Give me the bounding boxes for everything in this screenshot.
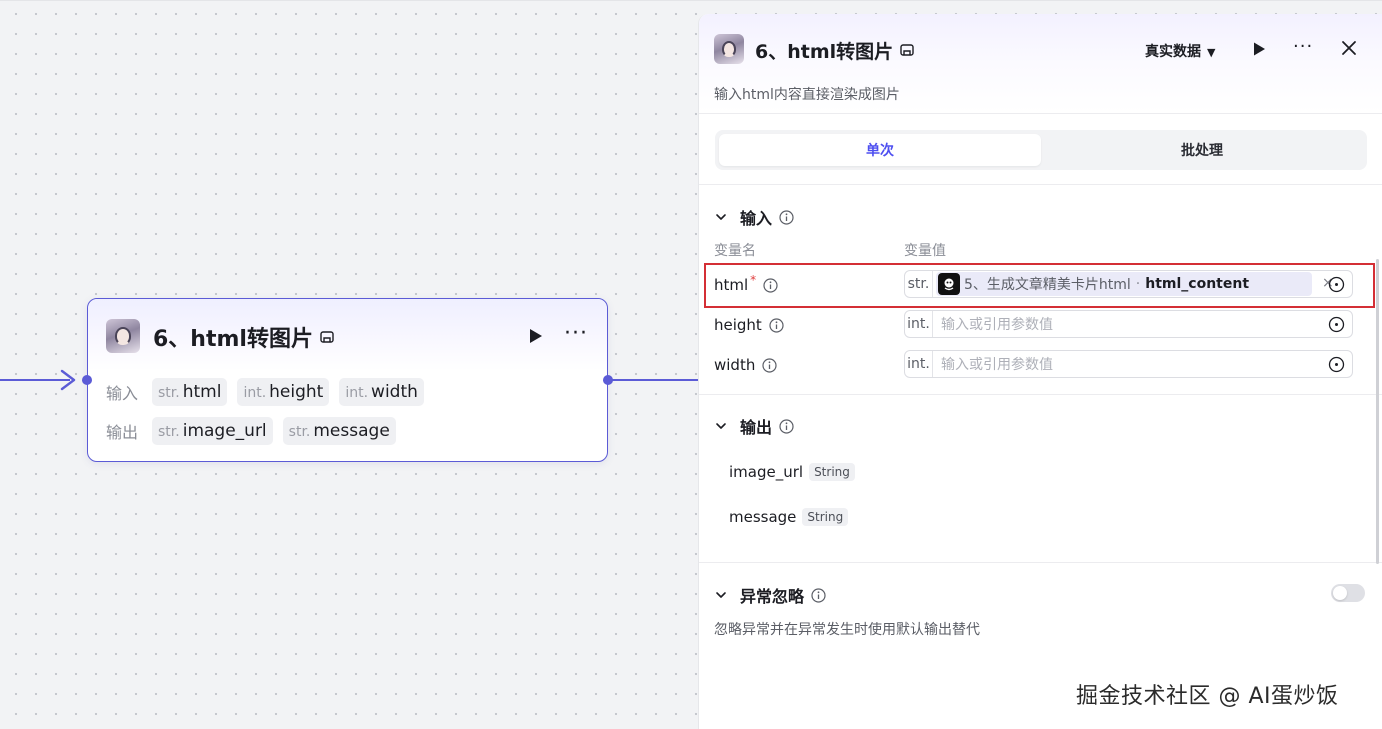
variable-name: height: [714, 316, 784, 334]
play-icon[interactable]: [1251, 41, 1267, 57]
variable-value-field[interactable]: int. 输入或引用参数值: [904, 350, 1353, 378]
output-port[interactable]: [603, 375, 613, 385]
tab-batch[interactable]: 批处理: [1041, 134, 1363, 166]
node-inputs: 输入 str. html int. height int. width: [106, 378, 434, 406]
output-item-message: message String: [729, 508, 849, 526]
variable-row-width: width int. 输入或引用参数值: [714, 350, 1368, 380]
play-icon[interactable]: [526, 327, 544, 345]
outputs-label: 输出: [106, 423, 139, 442]
panel-avatar: [714, 34, 744, 64]
output-section-header[interactable]: 输出: [714, 414, 794, 438]
workflow-node-html-to-image[interactable]: 6、html转图片 ··· 输入 str. html int. height int…: [82, 298, 613, 462]
input-chip-height: int. height: [237, 378, 330, 406]
chevron-down-icon[interactable]: [714, 588, 728, 602]
type-prefix: int.: [905, 311, 933, 337]
output-chip-message: str. message: [282, 417, 396, 445]
toggle-knob: [1333, 586, 1347, 600]
more-icon[interactable]: ···: [1293, 38, 1313, 56]
node-avatar: [106, 319, 140, 353]
value-placeholder: 输入或引用参数值: [941, 357, 1053, 373]
chevron-down-icon[interactable]: [714, 419, 728, 433]
mode-tabs: 单次 批处理: [715, 130, 1367, 170]
tab-single[interactable]: 单次: [719, 134, 1041, 166]
chevron-down-icon[interactable]: [714, 210, 728, 224]
watermark: 掘金技术社区 @ AI蛋炒饭: [1076, 684, 1339, 709]
variable-picker-icon[interactable]: [1328, 316, 1345, 333]
column-header-value: 变量值: [904, 243, 946, 259]
plugin-icon: [320, 331, 334, 343]
node-outputs: 输出 str. image_url str. message: [106, 417, 406, 445]
node-settings-panel: 6、html转图片 真实数据 ▼ ··· 输入html内容直接渲染成图片 单次 批…: [698, 14, 1382, 729]
variable-value-field[interactable]: int. 输入或引用参数值: [904, 310, 1353, 338]
info-icon[interactable]: [762, 357, 777, 373]
output-chip-image-url: str. image_url: [152, 417, 273, 445]
highlight-annotation: [704, 263, 1375, 308]
value-placeholder: 输入或引用参数值: [941, 317, 1053, 333]
node-header: 6、html转图片 ···: [88, 299, 607, 371]
panel-description: 输入html内容直接渲染成图片: [714, 87, 900, 103]
info-icon[interactable]: [779, 209, 794, 225]
node-title: 6、html转图片: [153, 327, 313, 352]
input-port[interactable]: [82, 375, 92, 385]
type-prefix: int.: [905, 351, 933, 377]
variable-name: width: [714, 356, 777, 374]
canvas-top-border: [0, 0, 1382, 1]
column-header-name: 变量名: [714, 243, 756, 259]
info-icon[interactable]: [769, 317, 784, 333]
data-mode-dropdown[interactable]: 真实数据 ▼: [1145, 41, 1215, 61]
panel-scrollbar[interactable]: [1376, 259, 1379, 564]
variable-picker-icon[interactable]: [1328, 356, 1345, 373]
error-ignore-title: 异常忽略: [740, 587, 805, 606]
more-icon[interactable]: ···: [564, 323, 588, 345]
close-icon[interactable]: [1340, 39, 1358, 57]
type-tag: String: [802, 508, 849, 526]
panel-title[interactable]: 6、html转图片: [755, 37, 893, 64]
output-section-title: 输出: [740, 418, 773, 437]
input-chip-html: str. html: [152, 378, 228, 406]
divider: [699, 184, 1382, 185]
divider: [699, 562, 1382, 563]
outgoing-edge[interactable]: [612, 379, 700, 381]
type-tag: String: [809, 463, 855, 481]
caret-down-icon: ▼: [1207, 46, 1216, 59]
variable-row-height: height int. 输入或引用参数值: [714, 310, 1368, 340]
panel-header: 6、html转图片 真实数据 ▼ ··· 输入html内容直接渲染成图片: [699, 14, 1382, 114]
error-ignore-description: 忽略异常并在异常发生时使用默认输出替代: [714, 622, 980, 638]
info-icon[interactable]: [811, 587, 826, 603]
info-icon[interactable]: [779, 418, 794, 434]
inputs-label: 输入: [106, 384, 139, 403]
input-section-header[interactable]: 输入: [714, 205, 794, 229]
input-section-title: 输入: [740, 209, 773, 228]
error-ignore-toggle[interactable]: [1331, 584, 1365, 602]
arrow-icon: [60, 369, 76, 391]
divider: [699, 394, 1382, 395]
output-item-image-url: image_url String: [729, 463, 855, 481]
input-chip-width: int. width: [339, 378, 424, 406]
error-ignore-section-header[interactable]: 异常忽略: [714, 583, 826, 607]
plugin-icon: [900, 44, 914, 56]
